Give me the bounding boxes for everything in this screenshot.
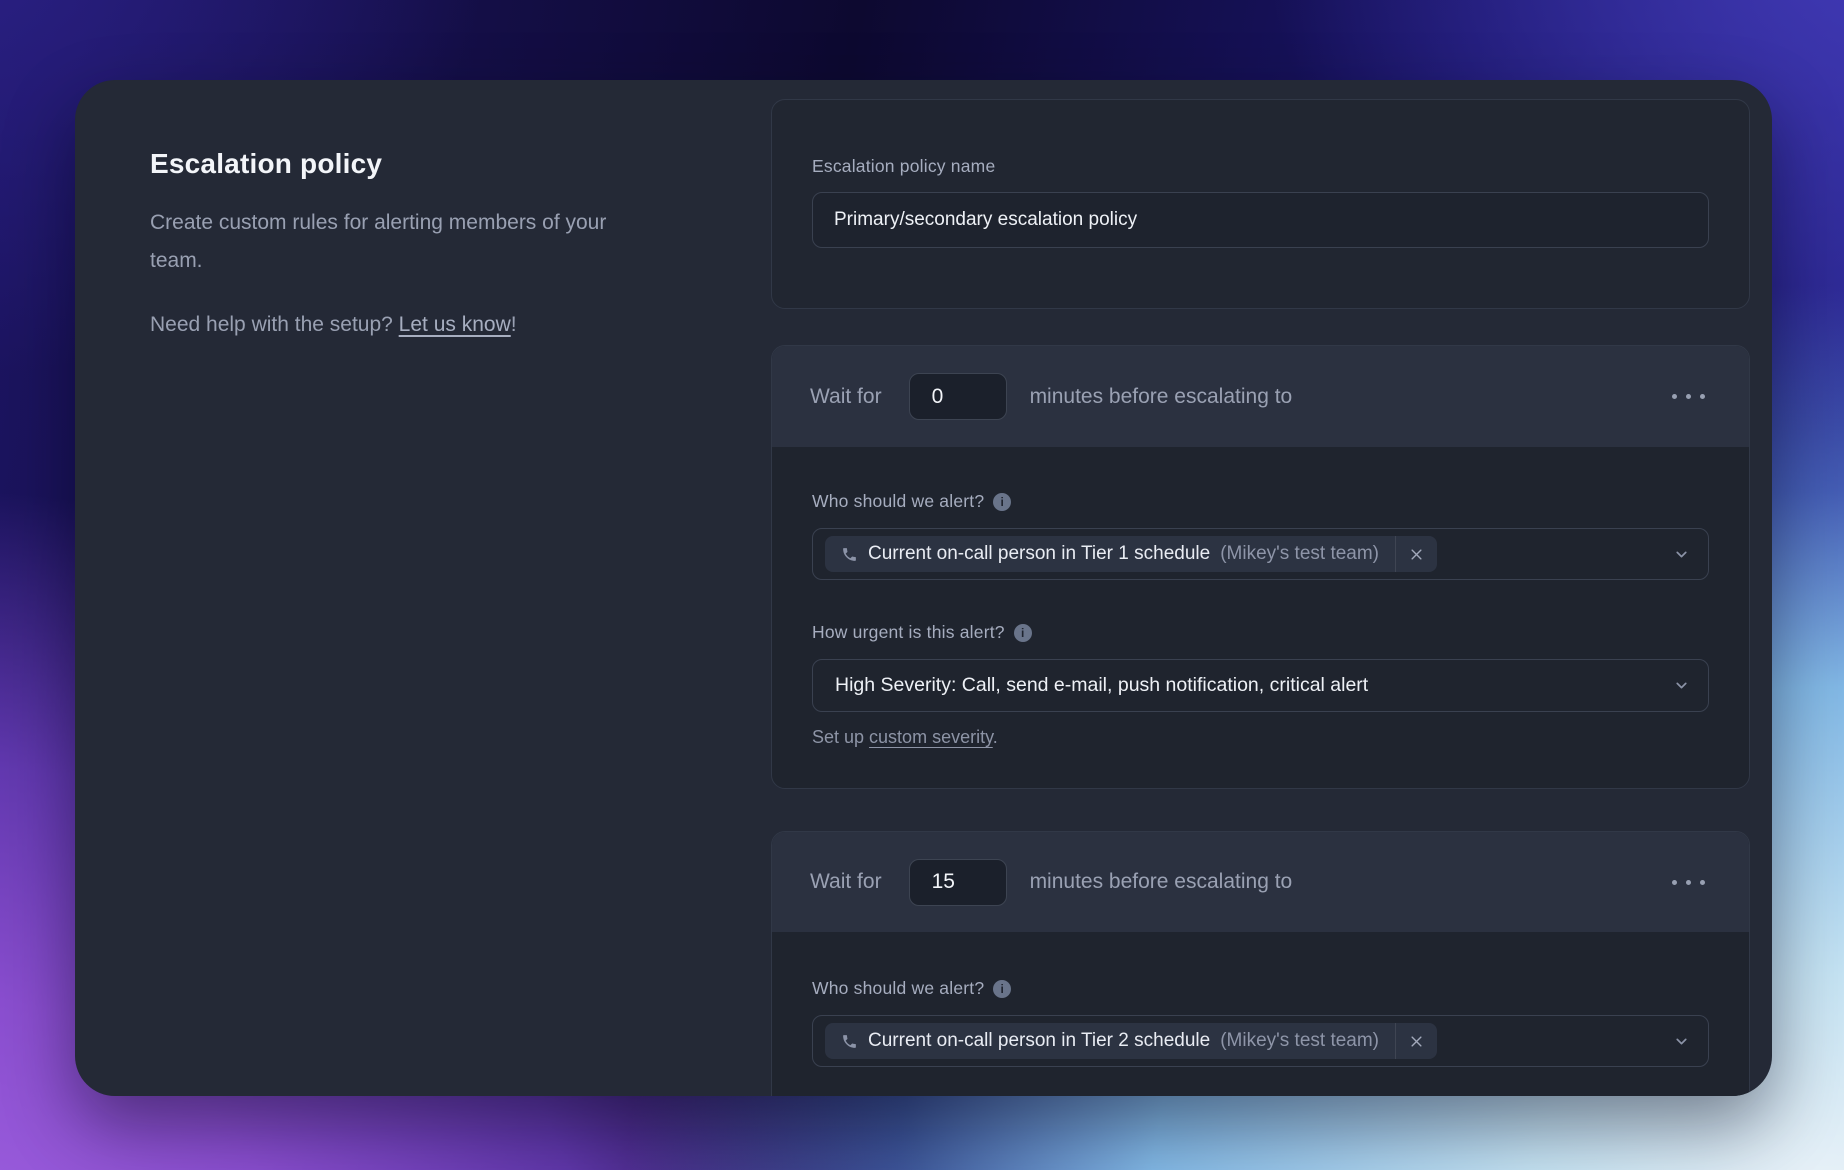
form-column: Escalation policy name Wait for minutes …: [771, 80, 1772, 1096]
help-suffix: !: [510, 312, 517, 336]
close-icon: [1411, 1035, 1422, 1047]
wait-suffix-label: minutes before escalating to: [1029, 870, 1293, 893]
step-2-body: Who should we alert? i Current on-call p…: [772, 932, 1749, 1096]
chevron-down-icon: [1673, 677, 1690, 694]
step-1-header: Wait for minutes before escalating to: [772, 346, 1749, 447]
info-icon[interactable]: i: [1013, 623, 1032, 642]
phone-icon: [841, 546, 858, 563]
step-1-body: Who should we alert? i Current on-call p…: [772, 447, 1749, 788]
ellipsis-icon: [1672, 394, 1677, 399]
remove-chip-button[interactable]: [1395, 1023, 1437, 1059]
on-call-chip: Current on-call person in Tier 1 schedul…: [825, 536, 1438, 572]
close-icon: [1411, 548, 1422, 560]
wait-for-label: Wait for: [810, 870, 882, 893]
info-icon[interactable]: i: [993, 492, 1012, 511]
alert-target-select[interactable]: Current on-call person in Tier 2 schedul…: [812, 1015, 1709, 1067]
who-should-we-alert-label: Who should we alert? i: [812, 978, 1709, 999]
page-title: Escalation policy: [150, 148, 383, 179]
custom-severity-link[interactable]: custom severity: [869, 727, 993, 747]
chip-team-name: (Mikey's test team): [1220, 543, 1380, 564]
wait-minutes-input[interactable]: [908, 858, 1007, 906]
step-1-more-options-button[interactable]: [1670, 388, 1707, 405]
urgency-select[interactable]: High Severity: Call, send e-mail, push n…: [812, 659, 1709, 712]
escalation-step-1-panel: Wait for minutes before escalating to Wh…: [771, 345, 1750, 789]
step-2-more-options-button[interactable]: [1670, 874, 1707, 891]
policy-name-panel: Escalation policy name: [771, 99, 1750, 309]
ellipsis-icon: [1672, 879, 1677, 885]
intro-column: Escalation policy Create custom rules fo…: [75, 80, 771, 1096]
wait-suffix-label: minutes before escalating to: [1029, 384, 1293, 408]
wait-for-label: Wait for: [810, 384, 882, 408]
chevron-down-icon: [1673, 1033, 1690, 1050]
help-prefix: Need help with the setup?: [150, 312, 399, 336]
on-call-chip: Current on-call person in Tier 2 schedul…: [825, 1023, 1438, 1059]
alert-target-select[interactable]: Current on-call person in Tier 1 schedul…: [812, 528, 1709, 580]
info-icon[interactable]: i: [993, 979, 1012, 998]
who-should-we-alert-label: Who should we alert? i: [812, 491, 1709, 512]
custom-severity-helper: Set up custom severity.: [812, 727, 998, 747]
let-us-know-link[interactable]: Let us know: [399, 313, 511, 336]
escalation-policy-card: Escalation policy Create custom rules fo…: [75, 80, 1772, 1096]
wait-minutes-input[interactable]: [908, 373, 1007, 420]
chevron-down-icon: [1673, 546, 1690, 563]
phone-icon: [841, 1033, 858, 1050]
urgency-selected-value: High Severity: Call, send e-mail, push n…: [835, 674, 1369, 696]
remove-chip-button[interactable]: [1395, 536, 1437, 572]
policy-name-input[interactable]: [812, 192, 1709, 248]
page-background: { "colors": { "card_bg": "#242936", "pan…: [0, 0, 1844, 1170]
step-2-header: Wait for minutes before escalating to: [772, 832, 1749, 932]
how-urgent-label: How urgent is this alert? i: [812, 622, 1709, 643]
escalation-step-2-panel: Wait for minutes before escalating to Wh…: [771, 831, 1750, 1096]
chip-team-name: (Mikey's test team): [1220, 1030, 1380, 1051]
intro-description: Create custom rules for alerting members…: [150, 211, 607, 272]
chip-schedule-name: Current on-call person in Tier 1 schedul…: [868, 543, 1211, 564]
policy-name-label: Escalation policy name: [812, 156, 996, 176]
intro-help-text: Need help with the setup? Let us know!: [150, 306, 711, 344]
chip-schedule-name: Current on-call person in Tier 2 schedul…: [868, 1030, 1211, 1051]
